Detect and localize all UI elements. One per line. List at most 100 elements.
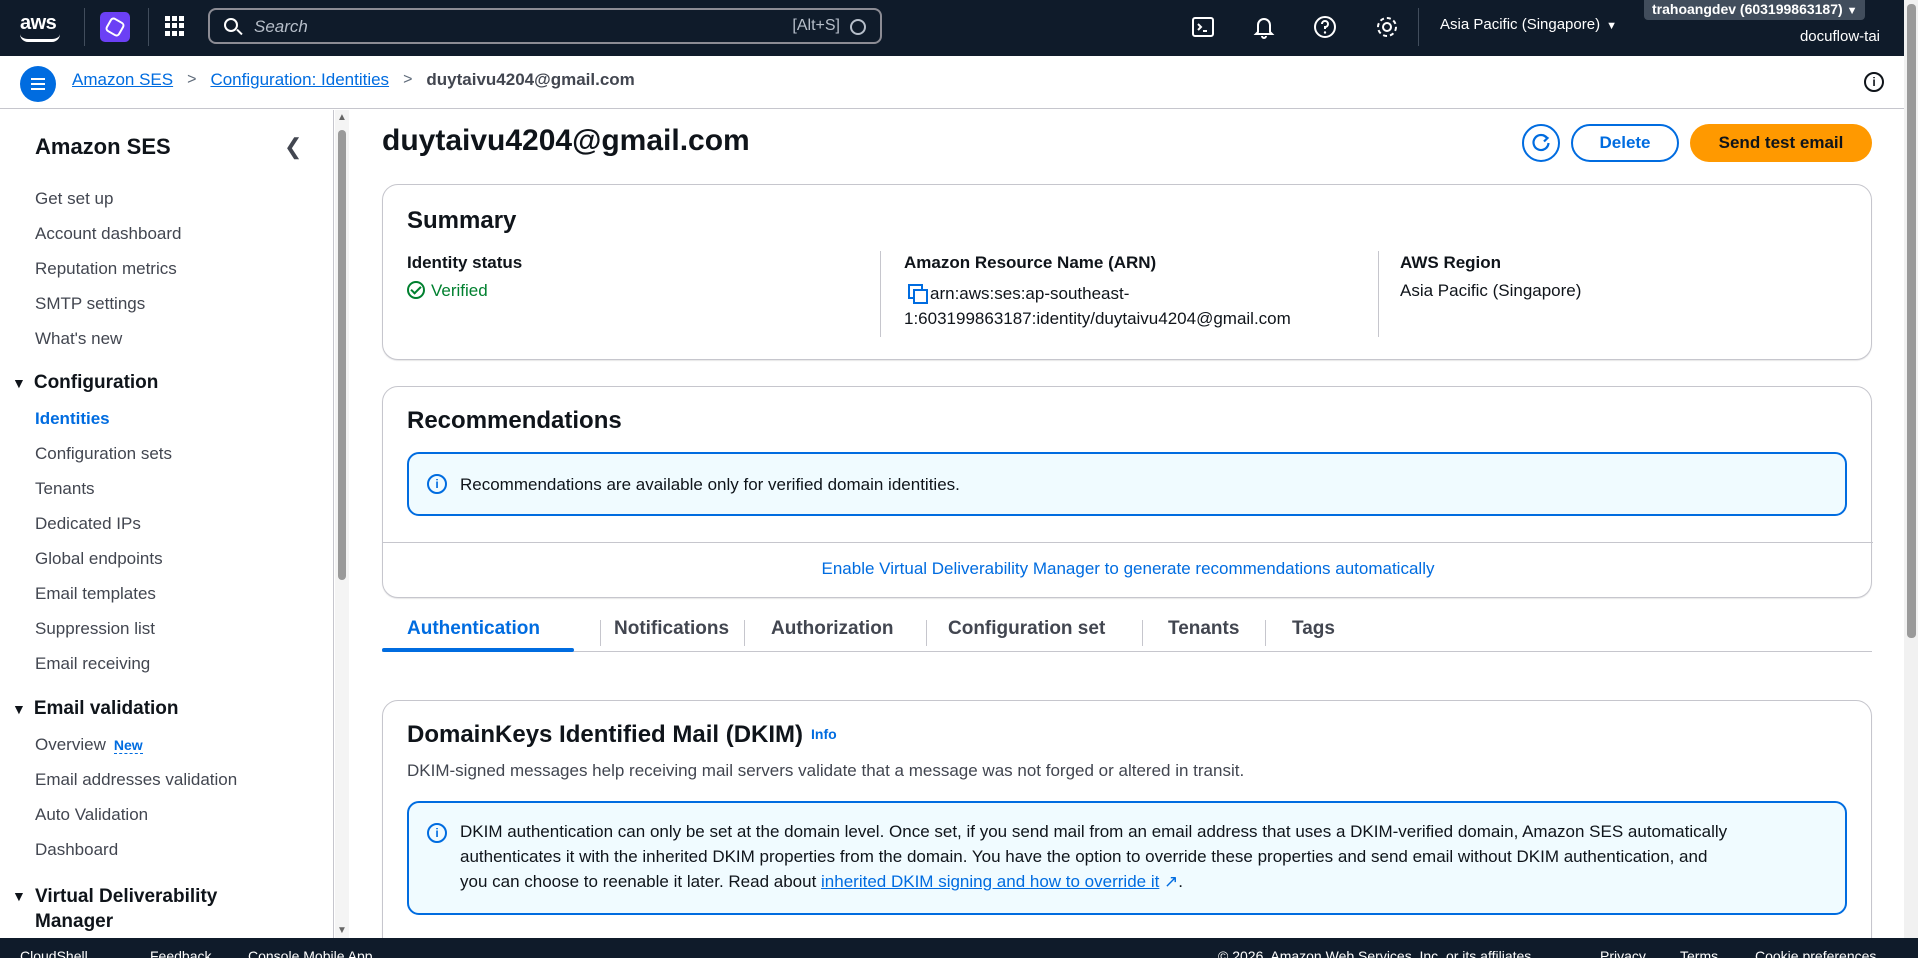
sidebar: Amazon SES ❮ Get set up Account dashboar… [0,110,334,938]
send-test-email-button[interactable]: Send test email [1690,124,1872,162]
arn-label: Amazon Resource Name (ARN) [904,253,1157,272]
arn-line: arn:aws:ses:ap-southeast- [930,284,1130,303]
aws-region-label: AWS Region [1400,253,1502,272]
info-panel-icon[interactable]: i [1864,72,1884,92]
top-navigation: aws Search [Alt+S] Asia Pacific (Singapo… [0,0,1918,56]
tab-tags[interactable]: Tags [1292,618,1335,640]
delete-button[interactable]: Delete [1571,124,1679,162]
sidebar-item-email-receiving[interactable]: Email receiving [35,654,150,674]
services-grid-icon[interactable] [165,16,185,36]
status-text: Verified [431,281,488,300]
tab-separator [600,620,601,646]
cloudshell-icon[interactable] [1190,14,1216,40]
tab-configuration-set[interactable]: Configuration set [948,618,1105,640]
breadcrumb-current: duytaivu4204@gmail.com [426,70,635,89]
sidebar-item-account-dashboard[interactable]: Account dashboard [35,224,182,244]
account-label: trahoangdev (603199863187) [1652,1,1843,17]
sidebar-item-auto-validation[interactable]: Auto Validation [35,805,148,825]
arn-line: 1:603199863187:identity/duytaivu4204@gma… [904,309,1291,328]
footer-feedback[interactable]: Feedback [150,948,211,958]
sidebar-item-identities[interactable]: Identities [35,409,110,429]
recommendations-card: Recommendations i Recommendations are av… [382,386,1873,598]
chevron-down-icon: ▼ [1846,5,1858,17]
tab-separator [1142,620,1143,646]
footer-cloudshell[interactable]: CloudShell [20,948,88,958]
search-placeholder: Search [254,17,308,36]
breadcrumb: Amazon SES > Configuration: Identities >… [72,70,635,90]
region-selector[interactable]: Asia Pacific (Singapore) ▼ [1440,16,1617,33]
account-menu[interactable]: trahoangdev (603199863187) ▼ [1644,0,1866,20]
chevron-down-icon: ▼ [1606,20,1617,32]
info-alert: i Recommendations are available only for… [407,452,1847,516]
tab-separator [1265,620,1266,646]
settings-gear-icon[interactable] [1374,14,1400,40]
sidebar-item-overview[interactable]: Overview New [35,735,143,755]
search-shortcut: [Alt+S] [792,17,840,34]
sidebar-item-configuration-sets[interactable]: Configuration sets [35,444,172,464]
dkim-info-alert: i DKIM authentication can only be set at… [407,801,1847,915]
sidebar-item-tenants[interactable]: Tenants [35,479,95,499]
divider [383,542,1873,543]
user-name[interactable]: docuflow-tai [1800,28,1880,45]
footer-privacy[interactable]: Privacy [1600,948,1646,958]
sidebar-group-label: Email validation [33,698,179,719]
nav-divider [84,8,85,46]
tab-tenants[interactable]: Tenants [1168,618,1239,640]
tab-authentication[interactable]: Authentication [407,618,540,640]
sidebar-item-dashboard[interactable]: Dashboard [35,840,118,860]
chevron-left-icon[interactable]: ❮ [284,134,302,160]
help-icon[interactable] [1312,14,1338,40]
footer-console-mobile-app[interactable]: Console Mobile App [248,948,373,958]
search-icon [224,18,238,32]
copy-icon[interactable] [908,284,928,304]
caret-down-icon: ▼ [12,701,26,717]
sidebar-item-suppression-list[interactable]: Suppression list [35,619,155,639]
external-link-icon: ↗ [1159,872,1179,891]
sidebar-item-smtp-settings[interactable]: SMTP settings [35,294,145,314]
sidebar-item-reputation-metrics[interactable]: Reputation metrics [35,259,177,279]
chevron-right-icon: > [187,71,197,88]
page-scrollbar[interactable] [1904,0,1918,938]
footer-cookie-preferences[interactable]: Cookie preferences [1755,948,1876,958]
info-icon: i [427,823,447,843]
tab-notifications[interactable]: Notifications [614,618,729,640]
sidebar-scrollbar[interactable]: ▲ ▼ [335,110,349,938]
arn-value: arn:aws:ses:ap-southeast- 1:603199863187… [904,281,1291,331]
alert-line: DKIM authentication can only be set at t… [460,822,1728,841]
notifications-bell-icon[interactable] [1251,14,1277,40]
sidebar-item-whats-new[interactable]: What's new [35,329,122,349]
sidebar-item-email-templates[interactable]: Email templates [35,584,156,604]
aws-logo[interactable]: aws [20,12,60,42]
summary-card: Summary Identity status Verified Amazon … [382,184,1872,360]
sidebar-item-email-addresses-validation[interactable]: Email addresses validation [35,770,237,790]
breadcrumb-link-identities[interactable]: Configuration: Identities [210,70,389,90]
side-menu-toggle-button[interactable] [20,66,56,102]
dkim-alert-text: DKIM authentication can only be set at t… [460,819,1727,894]
sidebar-group-virtual-deliverability-manager[interactable]: ▼ Virtual Deliverability Manager [12,884,252,934]
sidebar-title: Amazon SES [35,134,171,159]
search-input[interactable]: Search [Alt+S] [208,8,882,44]
alert-line: authenticates it with the inherited DKIM… [460,847,1708,866]
ses-service-icon[interactable] [100,12,130,42]
tab-separator [744,620,745,646]
sidebar-group-configuration[interactable]: ▼ Configuration [12,372,158,394]
chevron-right-icon: > [403,71,413,88]
sidebar-item-dedicated-ips[interactable]: Dedicated IPs [35,514,141,534]
refresh-button[interactable] [1522,124,1560,162]
tab-bar: Authentication Notifications Authorizati… [382,610,1872,652]
breadcrumb-link-amazon-ses[interactable]: Amazon SES [72,70,173,90]
footer-terms[interactable]: Terms [1680,948,1718,958]
recommendations-heading: Recommendations [407,407,622,434]
sidebar-item-get-set-up[interactable]: Get set up [35,189,113,209]
divider [880,251,881,337]
amazon-q-icon [850,19,866,35]
dkim-card: DomainKeys Identified Mail (DKIM) Info DK… [382,700,1872,938]
tab-separator [926,620,927,646]
enable-vdm-link[interactable]: Enable Virtual Deliverability Manager to… [383,559,1873,579]
tab-authorization[interactable]: Authorization [771,618,893,640]
info-link[interactable]: Info [811,726,837,742]
sidebar-group-email-validation[interactable]: ▼ Email validation [12,698,179,720]
new-badge: New [113,737,143,754]
sidebar-item-global-endpoints[interactable]: Global endpoints [35,549,163,569]
inherited-dkim-link[interactable]: inherited DKIM signing and how to overri… [821,872,1159,891]
